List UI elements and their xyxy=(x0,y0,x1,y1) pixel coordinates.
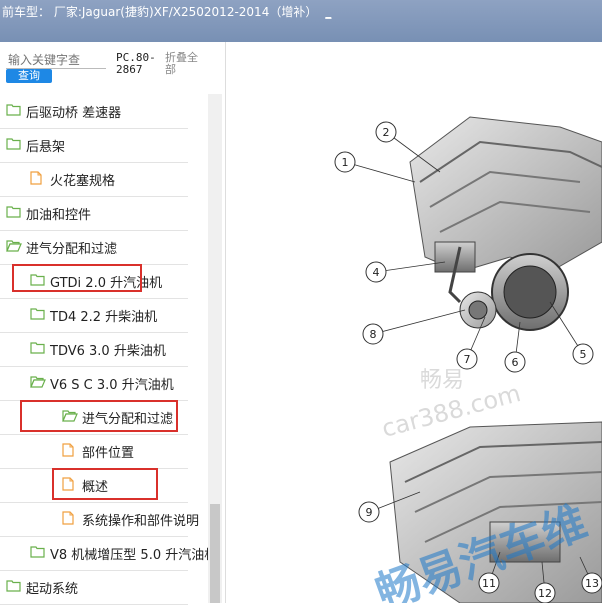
search-input[interactable] xyxy=(6,50,110,70)
callout-leader-line xyxy=(372,309,466,335)
tree-item-label: 火花塞规格 xyxy=(50,174,116,189)
tree-item[interactable]: 火花塞规格 xyxy=(0,162,188,197)
tree-item-label: 进气分配和过滤 xyxy=(26,242,118,257)
tree-item[interactable]: TDV6 3.0 升柴油机 xyxy=(0,332,188,367)
tree-item[interactable]: 进气分配和过滤 xyxy=(0,230,188,265)
tree-item[interactable]: 后悬架 xyxy=(0,128,188,163)
search-bar: 查询 PC.80- 2867 折叠全部 xyxy=(0,42,225,94)
sidebar: 查询 PC.80- 2867 折叠全部 后驱动桥 差速器后悬架火花塞规格加油和控… xyxy=(0,42,226,605)
tree-item-label: V8 机械增压型 5.0 升汽油机 xyxy=(50,548,218,563)
document-icon xyxy=(62,511,76,525)
tree-item-label: 系统操作和部件说明 xyxy=(82,514,200,529)
title-link[interactable]: _ xyxy=(325,5,331,19)
tree-item[interactable]: V6 S C 3.0 升汽油机 xyxy=(0,366,188,401)
tree-item[interactable]: 加油和控件 xyxy=(0,196,188,231)
pc-label: PC.80- 2867 xyxy=(116,51,156,76)
tree-item-label: 后驱动桥 差速器 xyxy=(26,106,122,121)
highlight-box xyxy=(20,400,178,432)
document-icon xyxy=(30,171,44,185)
callout-number: 7 xyxy=(464,353,471,366)
tree-item[interactable]: 部件位置 xyxy=(0,434,188,469)
scrollbar-thumb[interactable] xyxy=(210,504,220,603)
title-bar: 前车型： 厂家:Jaguar(捷豹)XF/X2502012-2014（增补） _ xyxy=(0,0,602,42)
folder-icon xyxy=(30,545,45,558)
callout-number: 6 xyxy=(512,356,519,369)
tree-item[interactable]: 系统操作和部件说明 xyxy=(0,502,199,537)
tree-item[interactable]: TD4 2.2 升柴油机 xyxy=(0,298,188,333)
callout-number: 8 xyxy=(370,328,377,341)
tree-item-label: 加油和控件 xyxy=(26,208,92,223)
folder-icon xyxy=(6,137,21,150)
highlight-box xyxy=(52,468,158,500)
folder-open-icon xyxy=(6,239,22,252)
page-title: 前车型： 厂家:Jaguar(捷豹)XF/X2502012-2014（增补） _ xyxy=(2,5,332,19)
callout-number: 13 xyxy=(585,577,599,590)
folder-icon xyxy=(30,341,45,354)
tree-item-label: TDV6 3.0 升柴油机 xyxy=(50,344,166,359)
callout-number: 2 xyxy=(383,126,390,139)
upper-manifold-image xyxy=(409,116,602,331)
tree-item-label: TD4 2.2 升柴油机 xyxy=(50,310,158,325)
callout-number: 12 xyxy=(538,587,552,600)
callout-leader-line xyxy=(344,161,416,183)
tree-item-label: V6 S C 3.0 升汽油机 xyxy=(50,378,174,393)
callout-number: 4 xyxy=(373,266,380,279)
folder-icon xyxy=(30,307,45,320)
tree-item[interactable]: V8 机械增压型 5.0 升汽油机 xyxy=(0,536,217,571)
tree-item-label: 部件位置 xyxy=(82,446,135,461)
folder-icon xyxy=(6,205,21,218)
tree-item-label: 起动系统 xyxy=(26,582,79,597)
callout-number: 5 xyxy=(580,348,587,361)
tree-item[interactable]: 起动系统 xyxy=(0,570,188,605)
highlight-box xyxy=(12,264,142,292)
folder-open-icon xyxy=(30,375,46,388)
tree-item[interactable]: 后驱动桥 差速器 xyxy=(0,94,188,129)
sidebar-scrollbar[interactable] xyxy=(208,94,222,603)
search-button[interactable]: 查询 xyxy=(6,69,52,83)
callout-number: 9 xyxy=(366,506,373,519)
tree-item-label: 后悬架 xyxy=(26,140,66,155)
folder-icon xyxy=(6,579,21,592)
callout-number: 1 xyxy=(342,156,349,169)
watermark-text-1: 畅易 xyxy=(420,368,465,393)
diagram-viewer: 1 2 4 8 7 6 5 9 11 12 13 畅易 car388.com 畅易汽车维 xyxy=(230,42,602,603)
document-icon xyxy=(62,443,76,457)
collapse-all-button[interactable]: 折叠全部 xyxy=(165,52,205,76)
folder-icon xyxy=(6,103,21,116)
